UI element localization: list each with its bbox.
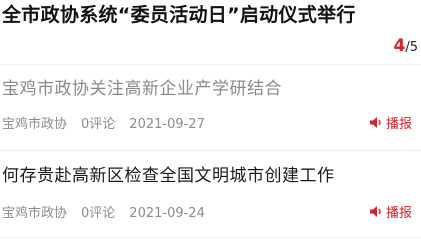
speaker-icon [369, 206, 381, 217]
divider [0, 237, 421, 238]
news-meta: 宝鸡市政协 0评论 2021-09-24 [2, 202, 219, 221]
divider [0, 64, 421, 65]
news-title[interactable]: 宝鸡市政协关注高新企业产学研结合 [2, 77, 412, 101]
list-item[interactable]: 宝鸡市政协关注高新企业产学研结合 宝鸡市政协 0评论 2021-09-27 播报 [0, 77, 421, 157]
news-comments: 0评论 [81, 206, 116, 221]
slide-pager: 4/5 [394, 36, 419, 56]
pager-total: /5 [405, 40, 418, 55]
featured-article[interactable]: 全市政协系统“委员活动日”启动仪式举行 4/5 [0, 0, 421, 64]
news-feed: 全市政协系统“委员活动日”启动仪式举行 4/5 宝鸡市政协关注高新企业产学研结合… [0, 0, 421, 242]
list-item[interactable]: 何存贵赴高新区检查全国文明城市创建工作 宝鸡市政协 0评论 2021-09-24 播… [0, 164, 421, 242]
news-comments: 0评论 [81, 117, 116, 132]
divider [0, 150, 421, 151]
broadcast-label: 播报 [385, 117, 412, 132]
news-source: 宝鸡市政协 [2, 117, 68, 132]
broadcast-button[interactable]: 播报 [369, 113, 412, 132]
news-meta: 宝鸡市政协 0评论 2021-09-27 [2, 113, 219, 132]
news-date: 2021-09-24 [129, 206, 205, 221]
broadcast-label: 播报 [385, 206, 412, 221]
news-source: 宝鸡市政协 [2, 206, 68, 221]
speaker-icon [369, 117, 381, 128]
news-title[interactable]: 何存贵赴高新区检查全国文明城市创建工作 [2, 164, 412, 188]
broadcast-button[interactable]: 播报 [369, 202, 412, 221]
featured-article-title[interactable]: 全市政协系统“委员活动日”启动仪式举行 [2, 2, 374, 29]
pager-current: 4 [393, 36, 406, 56]
news-date: 2021-09-27 [129, 117, 205, 132]
